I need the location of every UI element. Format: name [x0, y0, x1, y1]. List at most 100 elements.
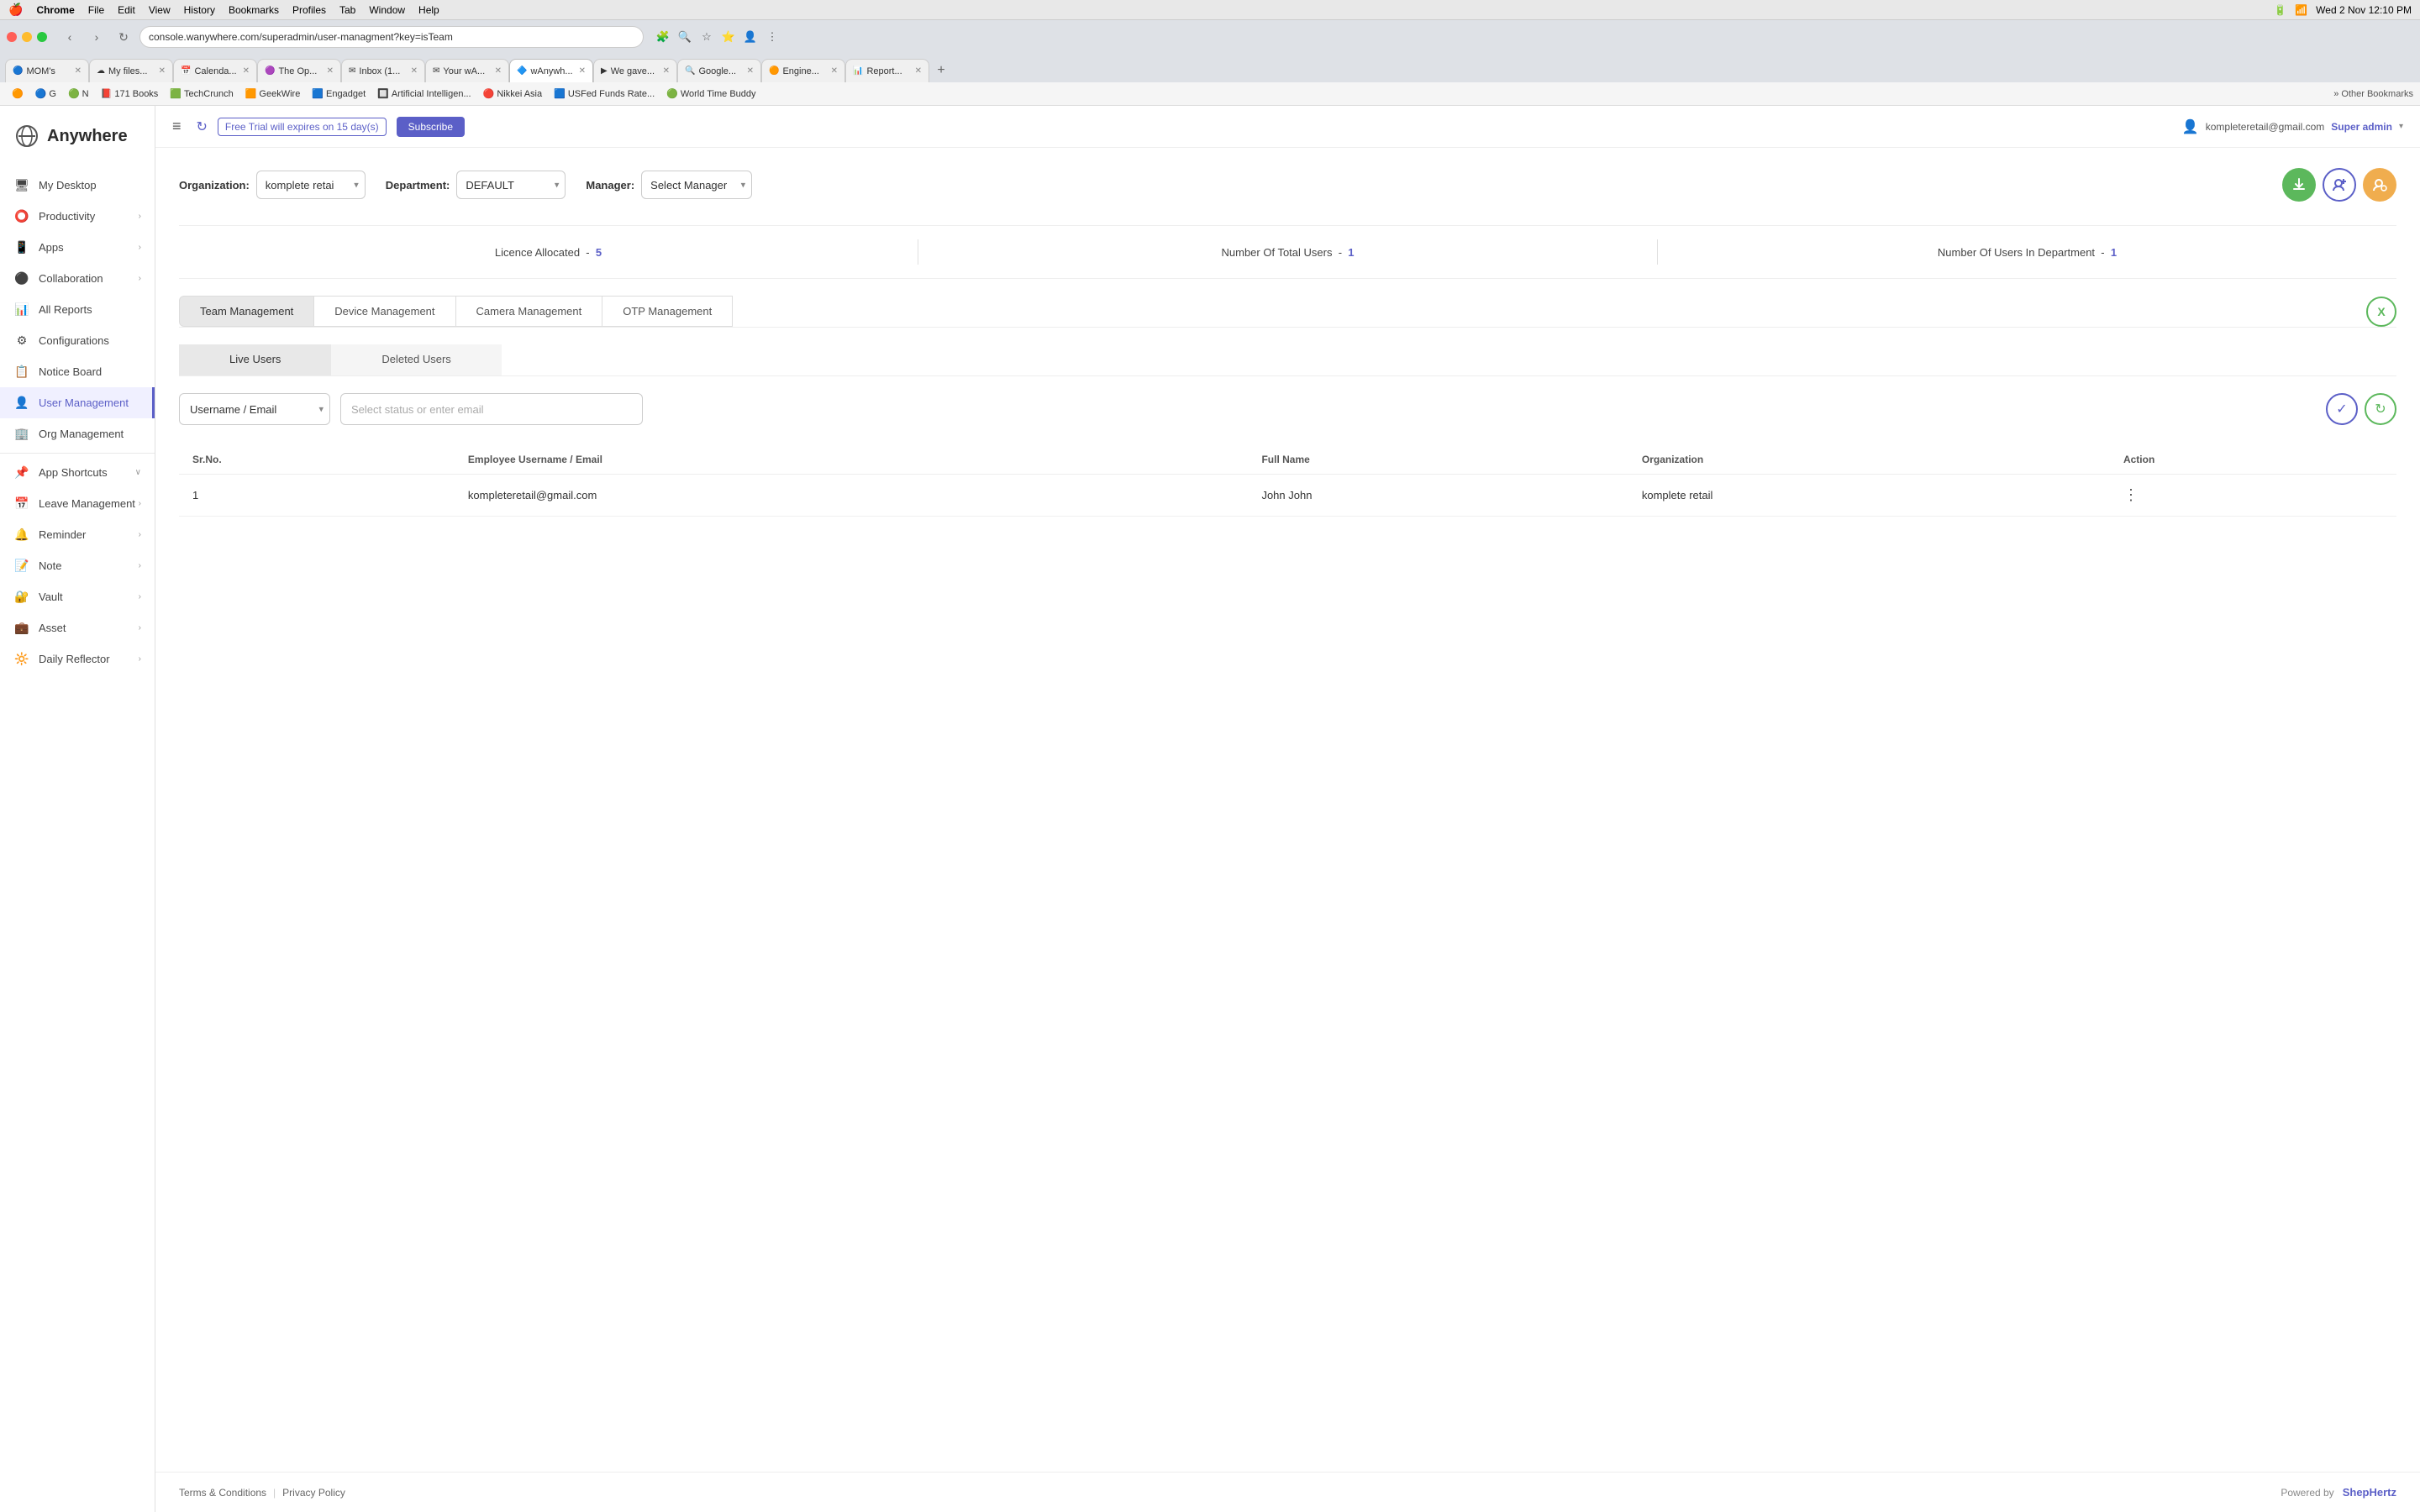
browser-tab-wanyw[interactable]: 🔷 wAnywh... ✕ [509, 59, 593, 82]
tab-close[interactable]: ✕ [159, 66, 166, 76]
add-user-button[interactable] [2323, 168, 2356, 202]
address-bar[interactable]: console.wanywhere.com/superadmin/user-ma… [139, 26, 644, 48]
tab-close[interactable]: ✕ [831, 66, 838, 76]
sidebar-item-productivity[interactable]: ⭕ Productivity › [0, 201, 155, 232]
bookmark-worldtime[interactable]: 🟢World Time Buddy [661, 87, 760, 101]
subscribe-button[interactable]: Subscribe [397, 117, 465, 137]
minimize-button[interactable] [22, 32, 32, 42]
hamburger-menu[interactable]: ≡ [172, 118, 182, 135]
menu-profiles[interactable]: Profiles [292, 4, 326, 16]
bookmark-ai[interactable]: 🔲Artificial Intelligen... [372, 87, 476, 101]
bookmark-geekwire[interactable]: 🟧GeekWire [240, 87, 306, 101]
tab-close[interactable]: ✕ [495, 66, 502, 76]
sidebar-item-user-management[interactable]: 👤 User Management [0, 387, 155, 418]
bookmark-nikkei[interactable]: 🔴Nikkei Asia [478, 87, 548, 101]
star-icon[interactable]: ⭐ [719, 28, 738, 46]
sidebar-item-asset[interactable]: 💼 Asset › [0, 612, 155, 643]
menu-window[interactable]: Window [369, 4, 405, 16]
tab-close[interactable]: ✕ [915, 66, 922, 76]
browser-tab-calendar[interactable]: 📅 Calenda... ✕ [173, 59, 257, 82]
browser-tab-theop[interactable]: 🟣 The Op... ✕ [257, 59, 341, 82]
browser-tab-moms[interactable]: 🔵 MOM's ✕ [5, 59, 89, 82]
tab-close[interactable]: ✕ [579, 66, 586, 76]
sidebar-item-apps[interactable]: 📱 Apps › [0, 232, 155, 263]
user-dropdown-arrow[interactable]: ▾ [2399, 122, 2403, 131]
sidebar-item-configurations[interactable]: ⚙ Configurations [0, 325, 155, 356]
menu-tab[interactable]: Tab [339, 4, 355, 16]
close-button[interactable] [7, 32, 17, 42]
other-bookmarks[interactable]: » Other Bookmarks [2333, 89, 2413, 99]
menu-chrome[interactable]: Chrome [36, 4, 74, 16]
maximize-button[interactable] [37, 32, 47, 42]
menu-file[interactable]: File [88, 4, 104, 16]
profile-icon[interactable]: 👤 [741, 28, 760, 46]
sidebar-item-org-management[interactable]: 🏢 Org Management [0, 418, 155, 449]
browser-tab-wegave[interactable]: ▶ We gave... ✕ [593, 59, 677, 82]
user-search-input[interactable] [340, 393, 643, 425]
menu-help[interactable]: Help [418, 4, 439, 16]
bookmark-g[interactable]: 🔵G [30, 87, 61, 101]
search-icon[interactable]: 🔍 [676, 28, 694, 46]
excel-export-button[interactable]: X [2366, 297, 2396, 327]
reload-button[interactable]: ↻ [113, 26, 134, 48]
sidebar-item-app-shortcuts[interactable]: 📌 App Shortcuts ∨ [0, 457, 155, 488]
subtab-deleted-users[interactable]: Deleted Users [331, 344, 501, 375]
browser-tab-yourwa[interactable]: ✉ Your wA... ✕ [425, 59, 509, 82]
bookmark-techcrunch[interactable]: 🟩TechCrunch [165, 87, 238, 101]
apply-filter-button[interactable]: ✓ [2326, 393, 2358, 425]
tab-close[interactable]: ✕ [747, 66, 754, 76]
bookmark-icon[interactable]: ☆ [697, 28, 716, 46]
sidebar-item-reminder[interactable]: 🔔 Reminder › [0, 519, 155, 550]
terms-link[interactable]: Terms & Conditions [179, 1487, 266, 1499]
privacy-link[interactable]: Privacy Policy [282, 1487, 345, 1499]
bookmark-orange[interactable]: 🟠 [7, 87, 29, 101]
sidebar-item-all-reports[interactable]: 📊 All Reports [0, 294, 155, 325]
browser-tab-myfiles[interactable]: ☁ My files... ✕ [89, 59, 173, 82]
menu-edit[interactable]: Edit [118, 4, 135, 16]
user-filter-select[interactable]: Username / Email Full Name Organization [179, 393, 330, 425]
bookmark-171books[interactable]: 📕171 Books [96, 87, 164, 101]
tab-team-management[interactable]: Team Management [179, 296, 314, 327]
sidebar-item-vault[interactable]: 🔐 Vault › [0, 581, 155, 612]
org-select[interactable]: komplete retai [256, 171, 366, 199]
sidebar-item-note[interactable]: 📝 Note › [0, 550, 155, 581]
sidebar-item-notice-board[interactable]: 📋 Notice Board [0, 356, 155, 387]
menu-bookmarks[interactable]: Bookmarks [229, 4, 279, 16]
export-button[interactable] [2282, 168, 2316, 202]
dept-select[interactable]: DEFAULT [456, 171, 566, 199]
tab-camera-management[interactable]: Camera Management [455, 296, 603, 327]
sidebar-item-daily-reflector[interactable]: 🔆 Daily Reflector › [0, 643, 155, 675]
tab-close[interactable]: ✕ [327, 66, 334, 76]
browser-tab-report[interactable]: 📊 Report... ✕ [845, 59, 929, 82]
reset-filter-button[interactable]: ↻ [2365, 393, 2396, 425]
browser-tab-inbox[interactable]: ✉ Inbox (1... ✕ [341, 59, 425, 82]
subtab-live-users[interactable]: Live Users [179, 344, 331, 375]
back-button[interactable]: ‹ [59, 26, 81, 48]
tab-close[interactable]: ✕ [75, 66, 82, 76]
tab-close[interactable]: ✕ [663, 66, 670, 76]
bookmark-n[interactable]: 🟢N [63, 87, 94, 101]
bookmark-usfed[interactable]: 🟦USFed Funds Rate... [549, 87, 660, 101]
manager-select[interactable]: Select Manager [641, 171, 752, 199]
user-settings-button[interactable] [2363, 168, 2396, 202]
browser-tab-google[interactable]: 🔍 Google... ✕ [677, 59, 761, 82]
tab-close[interactable]: ✕ [411, 66, 418, 76]
sidebar-item-leave-management[interactable]: 📅 Leave Management › [0, 488, 155, 519]
forward-button[interactable]: › [86, 26, 108, 48]
bookmark-engadget[interactable]: 🟦Engadget [307, 87, 371, 101]
sidebar-label-leave-management: Leave Management [39, 497, 139, 510]
browser-tab-engine[interactable]: 🟠 Engine... ✕ [761, 59, 845, 82]
settings-icon[interactable]: ⋮ [763, 28, 781, 46]
sidebar-item-collaboration[interactable]: ⚫ Collaboration › [0, 263, 155, 294]
new-tab-button[interactable]: + [929, 59, 953, 82]
tab-device-management[interactable]: Device Management [313, 296, 455, 327]
extensions-icon[interactable]: 🧩 [654, 28, 672, 46]
tab-otp-management[interactable]: OTP Management [602, 296, 733, 327]
tab-close[interactable]: ✕ [243, 66, 250, 76]
apple-menu[interactable]: 🍎 [8, 3, 23, 17]
menu-history[interactable]: History [184, 4, 215, 16]
refresh-icon[interactable]: ↻ [197, 118, 208, 135]
more-actions-button[interactable]: ⋮ [2123, 486, 2139, 503]
sidebar-item-my-desktop[interactable]: 🖥 My Desktop [0, 170, 155, 201]
menu-view[interactable]: View [149, 4, 171, 16]
